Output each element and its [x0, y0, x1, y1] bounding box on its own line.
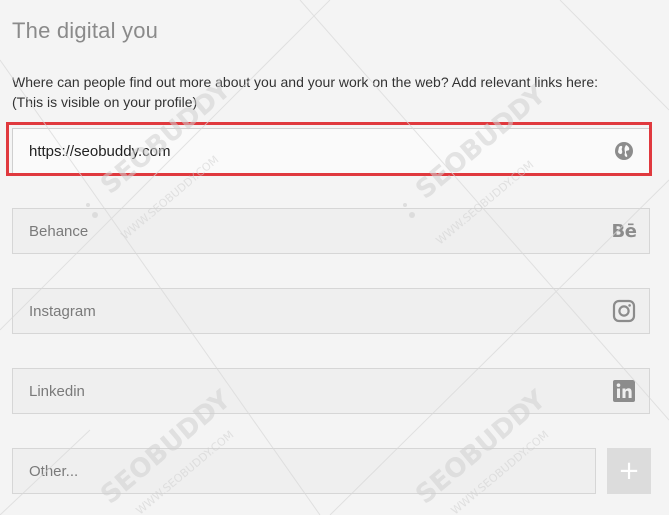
add-link-button[interactable]: +: [607, 448, 651, 494]
plus-icon: +: [618, 456, 640, 486]
description-line-1: Where can people find out more about you…: [12, 74, 599, 90]
behance-field[interactable]: Bē: [12, 208, 650, 254]
other-field[interactable]: [12, 448, 596, 494]
instagram-input[interactable]: [13, 289, 611, 333]
globe-icon: [611, 138, 637, 164]
linkedin-field[interactable]: [12, 368, 650, 414]
other-input[interactable]: [13, 449, 595, 493]
linkedin-input[interactable]: [13, 369, 611, 413]
instagram-icon: [611, 298, 637, 324]
section-title: The digital you: [12, 18, 159, 43]
description-line-2: (This is visible on your profile): [12, 94, 198, 110]
linkedin-icon: [611, 378, 637, 404]
website-input[interactable]: [13, 129, 611, 173]
behance-icon: Bē: [611, 218, 637, 244]
instagram-field[interactable]: [12, 288, 650, 334]
section-description: Where can people find out more about you…: [12, 72, 657, 112]
behance-icon-text: Bē: [611, 220, 637, 242]
behance-input[interactable]: [13, 209, 611, 253]
website-field[interactable]: [12, 128, 650, 174]
